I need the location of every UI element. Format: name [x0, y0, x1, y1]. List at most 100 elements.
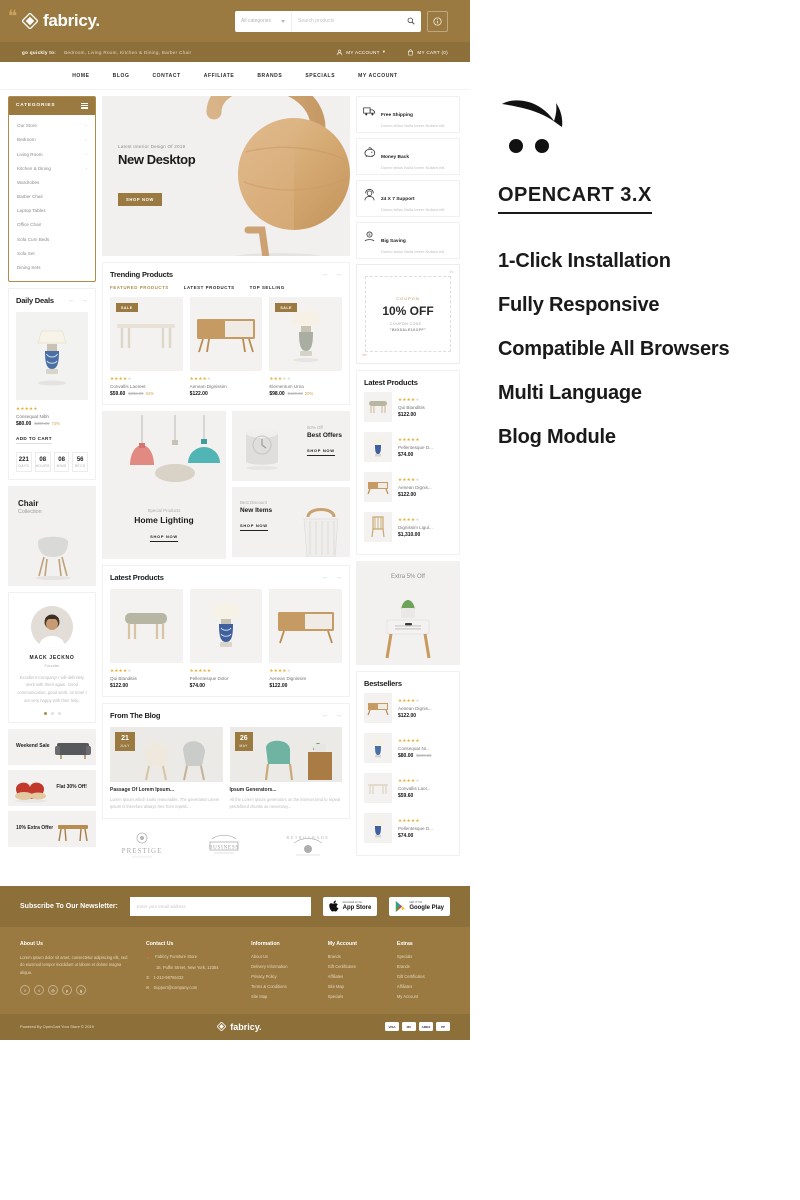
- footer-link[interactable]: Brands: [328, 954, 383, 959]
- nav-item-home[interactable]: HOME: [72, 73, 89, 79]
- product-name[interactable]: Convallis Laoreet: [110, 384, 183, 389]
- blog-card[interactable]: 26 MAY Ipsum Generators... All the Lorem…: [229, 727, 343, 811]
- hero-shop-now-button[interactable]: SHOP NOW: [118, 193, 162, 206]
- search-icon[interactable]: [401, 17, 421, 25]
- footer-link[interactable]: Terms & Conditions: [251, 984, 314, 989]
- product-name[interactable]: Dignissim Ligul...: [398, 525, 452, 530]
- footer-link[interactable]: Site Map: [328, 984, 383, 989]
- footer-link[interactable]: Specials: [397, 954, 450, 959]
- footer-link[interactable]: Affiliates: [397, 984, 450, 989]
- daily-deal-image[interactable]: [16, 311, 88, 400]
- product-card[interactable]: SALE ★★★★★ Convallis Laoreet $59.60 $302.…: [110, 297, 183, 397]
- arrow-left-icon[interactable]: ←: [322, 271, 329, 278]
- blog-image[interactable]: 21 JULY: [110, 727, 223, 782]
- contact-phone[interactable]: ✆ 1-212-98765432: [146, 975, 237, 980]
- blog-post-title[interactable]: Ipsum Generators...: [230, 787, 343, 793]
- footer-link[interactable]: Specials: [328, 994, 383, 999]
- footer-link[interactable]: Delivery Information: [251, 964, 314, 969]
- instagram-icon[interactable]: ◎: [48, 985, 58, 996]
- sidebar-item-barber-chair[interactable]: Barber Chair: [9, 190, 95, 204]
- list-item[interactable]: ★★★★★ Aenean Dignis... $122.00: [364, 688, 452, 728]
- arrow-right-icon[interactable]: →: [335, 271, 342, 278]
- menu-icon[interactable]: [81, 103, 88, 109]
- brand-logo-business[interactable]: BUSINESS: [202, 831, 246, 866]
- testimonial-dots[interactable]: [16, 711, 88, 715]
- site-logo[interactable]: fabricy.: [22, 11, 100, 31]
- contact-email[interactable]: ✉ Support@company.com: [146, 985, 237, 990]
- product-name[interactable]: Aenean Dignissim: [269, 676, 342, 681]
- nav-item-brands[interactable]: BRANDS: [257, 73, 282, 79]
- footer-logo[interactable]: fabricy.: [217, 1022, 262, 1032]
- product-name[interactable]: Pellentesque D...: [398, 445, 452, 450]
- sidebar-item-sofa-cum-beds[interactable]: Sofa Cum Beds: [9, 232, 95, 246]
- nav-item-my-account[interactable]: MY ACCOUNT: [358, 73, 398, 79]
- arrow-right-icon[interactable]: →: [81, 297, 88, 304]
- product-name[interactable]: Elementum Urna: [269, 384, 342, 389]
- banner-extra-5-off[interactable]: Extra 5% Off: [356, 561, 460, 665]
- chair-collection-banner[interactable]: Chair Collection: [8, 485, 96, 586]
- search-bar[interactable]: All categories Search products: [235, 10, 421, 32]
- facebook-icon[interactable]: f: [20, 985, 30, 996]
- product-name[interactable]: Convallis Laor...: [398, 786, 452, 791]
- product-name[interactable]: Aenean Dignis...: [398, 485, 452, 490]
- list-item[interactable]: ★★★★★ Convallis Laor... $59.60: [364, 768, 452, 808]
- arrow-right-icon[interactable]: →: [335, 712, 342, 719]
- daily-deal-name[interactable]: Consequat Nibh: [16, 414, 88, 419]
- product-name[interactable]: Qui Blanditiis: [110, 676, 183, 681]
- tab-featured-products[interactable]: FEATURED PRODUCTS: [110, 285, 169, 290]
- footer-link[interactable]: Gift Certificates: [397, 974, 450, 979]
- sidebar-item-our-store[interactable]: Our Store ›: [9, 119, 95, 133]
- banner-weekend-sale[interactable]: Weekend Sale: [8, 728, 96, 765]
- footer-link[interactable]: Affiliates: [328, 974, 383, 979]
- quick-links-items[interactable]: Bedroom, Living Room, Kitchen & Dining, …: [64, 50, 191, 55]
- blog-card[interactable]: 21 JULY Passage Of Lorem Ipsum... Lorem …: [110, 727, 223, 811]
- my-account-menu[interactable]: MY ACCOUNT ▾: [336, 49, 385, 56]
- list-item[interactable]: ★★★★★ Aenean Dignis... $122.00: [364, 467, 452, 507]
- product-image[interactable]: SALE: [110, 297, 183, 371]
- footer-link[interactable]: My Account: [397, 994, 450, 999]
- product-name[interactable]: Consequat Ni...: [398, 746, 452, 751]
- list-item[interactable]: ★★★★★ Pellentesque D... $74.00: [364, 427, 452, 467]
- product-card[interactable]: SALE ★★★★★ Elementum Urna $98.00 $130.00 2…: [269, 297, 343, 397]
- sidebar-item-wardrobes[interactable]: Wardrobes: [9, 175, 95, 189]
- nav-item-specials[interactable]: SPECIALS: [305, 73, 335, 79]
- google-plus-icon[interactable]: g: [76, 985, 86, 996]
- sidebar-item-sofa-set[interactable]: Sofa Set: [9, 246, 95, 260]
- coupon-box[interactable]: ✂ ✂ COUPON 10% OFF COUPON CODE "BIGSALE1…: [356, 264, 460, 364]
- blog-image[interactable]: 26 MAY: [229, 727, 342, 782]
- info-icon[interactable]: [427, 10, 448, 32]
- product-image[interactable]: [110, 589, 183, 663]
- list-item[interactable]: ★★★★★ Pellentesque D... $74.00: [364, 808, 452, 848]
- product-card[interactable]: ★★★★★ Pellentesque Dolor $74.00: [189, 589, 263, 689]
- shop-now-button[interactable]: SHOP NOW: [150, 534, 178, 542]
- add-to-cart-button[interactable]: ADD TO CART: [16, 436, 52, 444]
- footer-link[interactable]: About Us: [251, 954, 314, 959]
- arrow-left-icon[interactable]: ←: [322, 712, 329, 719]
- product-image[interactable]: [189, 297, 263, 371]
- product-name[interactable]: Aenean Dignis...: [398, 706, 452, 711]
- sidebar-item-bedroom[interactable]: Bedroom ›: [9, 133, 95, 147]
- tab-latest-products[interactable]: LATEST PRODUCTS: [184, 285, 235, 290]
- product-image[interactable]: [189, 589, 263, 663]
- list-item[interactable]: ★★★★★ Consequat Ni... $80.00 $300.00: [364, 728, 452, 768]
- footer-link[interactable]: Privacy Policy: [251, 974, 314, 979]
- footer-link[interactable]: Brands: [397, 964, 450, 969]
- arrow-right-icon[interactable]: →: [335, 574, 342, 581]
- sidebar-item-laptop-tables[interactable]: Laptop Tables: [9, 204, 95, 218]
- tab-top-selling[interactable]: TOP SELLING: [250, 285, 285, 290]
- shop-now-button[interactable]: SHOP NOW: [239, 523, 268, 531]
- product-name[interactable]: Qui Blanditiis: [398, 405, 452, 410]
- product-card[interactable]: ★★★★★ Qui Blanditiis $122.00: [110, 589, 183, 689]
- sidebar-item-office-chair[interactable]: Office Chair: [9, 218, 95, 232]
- pinterest-icon[interactable]: p: [62, 985, 72, 996]
- twitter-icon[interactable]: t: [34, 985, 44, 996]
- product-name[interactable]: Aenean Dignissim: [190, 384, 263, 389]
- product-image[interactable]: [269, 589, 343, 663]
- product-name[interactable]: Pellentesque D...: [398, 826, 452, 831]
- sidebar-item-living-room[interactable]: Living Room ›: [9, 147, 95, 161]
- product-name[interactable]: Pellentesque Dolor: [190, 676, 263, 681]
- footer-link[interactable]: Gift Certificates: [328, 964, 383, 969]
- sidebar-item-kitchen-dining[interactable]: Kitchen & Dining ›: [9, 161, 95, 175]
- list-item[interactable]: ★★★★★ Dignissim Ligul... $1,310.00: [364, 507, 452, 547]
- nav-item-affiliate[interactable]: AFFILIATE: [204, 73, 235, 79]
